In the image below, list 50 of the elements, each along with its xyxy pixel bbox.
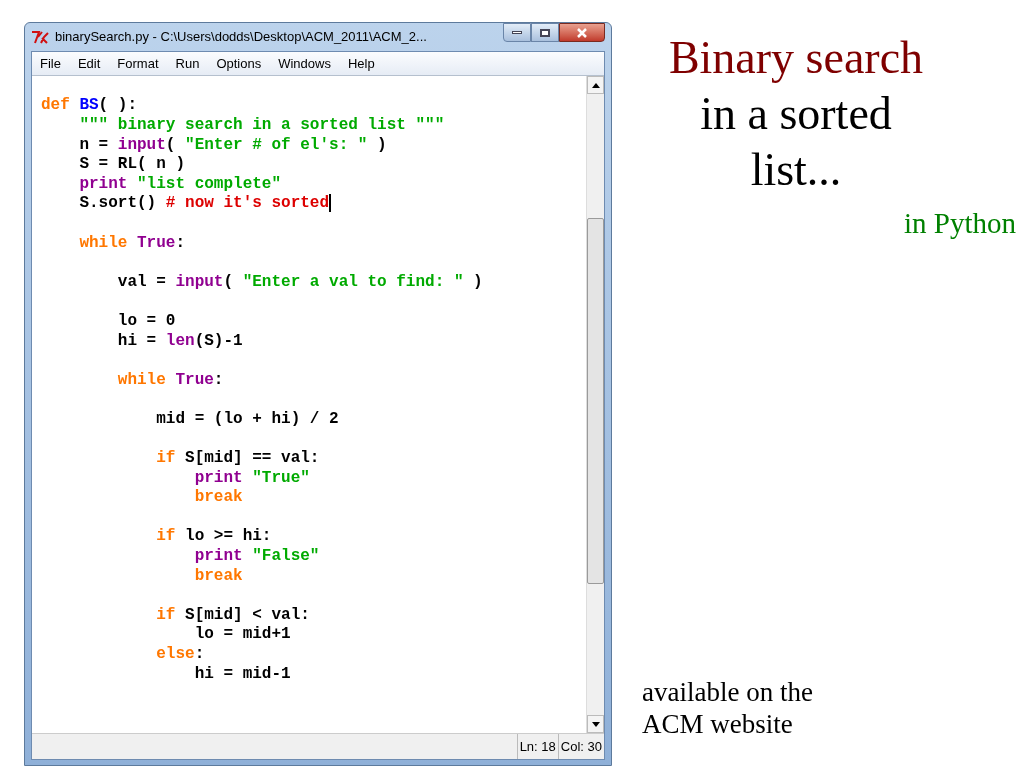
menu-item[interactable]: Format <box>117 53 159 74</box>
code-line: if S[mid] == val: <box>155 448 320 470</box>
code-line: mid = (lo + hi) / 2 <box>155 408 339 430</box>
language-label: in Python <box>904 206 1016 241</box>
scroll-down-button[interactable] <box>587 715 604 733</box>
code-line: print "list complete" <box>78 173 282 195</box>
availability-note: ACM website <box>642 708 794 740</box>
line-number: Ln: 18 <box>516 734 558 759</box>
availability-note: available on the <box>642 676 814 708</box>
menu-item[interactable]: Options <box>216 53 262 74</box>
scrollbar-thumb[interactable] <box>587 218 604 584</box>
menu-item[interactable]: Run <box>175 53 200 74</box>
menu-item[interactable]: File <box>40 53 61 74</box>
code-line: n = input( "Enter # of el's: " ) <box>78 134 387 156</box>
slide-title: Binary search <box>667 31 925 85</box>
code-line: lo = mid+1 <box>193 624 291 646</box>
minimize-button[interactable] <box>503 23 531 42</box>
code-line: hi = mid-1 <box>193 663 291 685</box>
code-line: while True: <box>78 232 186 254</box>
window-title: binarySearch.py - C:\Users\dodds\Desktop\ACM_2011\ACM_2... <box>55 28 428 47</box>
menu-item[interactable]: Windows <box>278 53 331 74</box>
tk-logo-icon <box>31 30 49 44</box>
close-button[interactable] <box>559 23 605 42</box>
code-line: if S[mid] < val: <box>155 604 310 626</box>
code-line: print "True" <box>193 467 310 489</box>
code-line: hi = len(S)-1 <box>116 330 243 352</box>
slide-subtitle: list... <box>749 143 843 197</box>
code-line: if lo >= hi: <box>155 526 272 548</box>
code-line: val = input( "Enter a val to find: " ) <box>116 271 483 293</box>
code-line: S = RL( n ) <box>78 154 186 176</box>
code-line: break <box>193 487 243 509</box>
code-line: else: <box>155 644 205 665</box>
column-number: Col: 30 <box>557 734 604 759</box>
code-line: while True: <box>116 369 224 391</box>
close-icon <box>576 27 588 38</box>
down-arrow-icon <box>591 721 600 727</box>
slide-subtitle: in a sorted <box>699 87 893 141</box>
menu-item[interactable]: Help <box>347 53 375 74</box>
maximize-button[interactable] <box>531 23 559 42</box>
scroll-up-button[interactable] <box>587 76 604 94</box>
up-arrow-icon <box>591 82 600 88</box>
code-line: """ binary search in a sorted list """ <box>78 115 445 136</box>
code-line: break <box>193 565 243 587</box>
code-line: print "False" <box>193 546 320 568</box>
vertical-scrollbar[interactable] <box>586 76 604 733</box>
code-line: def BS( ): <box>41 95 137 117</box>
code-line: S.sort() # now it's sorted <box>78 193 330 215</box>
code-line: lo = 0 <box>116 310 176 332</box>
menu-item[interactable]: Edit <box>77 53 101 74</box>
text-cursor <box>329 194 332 213</box>
